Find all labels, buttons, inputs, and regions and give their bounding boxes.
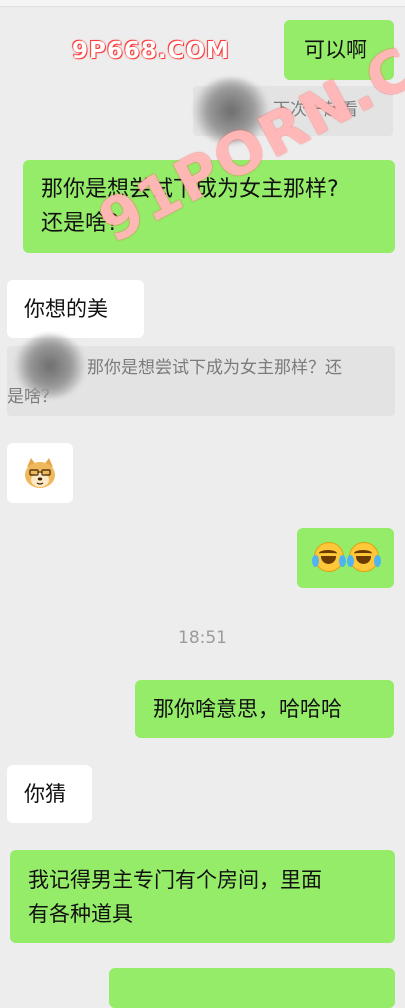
sent-message-bubble-partial[interactable] [109, 968, 395, 1008]
message-text: 那你啥意思，哈哈哈 [153, 697, 342, 721]
laughing-crying-emoji-icon [312, 542, 346, 572]
received-message-bubble[interactable]: 你猜 [7, 765, 92, 823]
message-text-line: 还是啥? [41, 211, 119, 236]
message-text: 你想的美 [24, 297, 108, 321]
sent-emoji-bubble[interactable] [297, 528, 394, 588]
laughing-crying-emoji-icon [347, 542, 381, 572]
received-sticker-bubble[interactable] [7, 443, 73, 503]
received-message-bubble[interactable]: 你想的美 [7, 280, 144, 338]
message-text: 可以啊 [304, 38, 367, 62]
blurred-avatar-quote [14, 334, 86, 398]
message-text-line: 那你是想尝试下成为女主那样? [41, 177, 339, 202]
sent-message-bubble[interactable]: 那你啥意思，哈哈哈 [135, 680, 394, 738]
message-text-line: 有各种道具 [28, 902, 133, 926]
blurred-avatar-quote [192, 78, 270, 144]
message-timestamp: 18:51 [178, 628, 227, 648]
site-watermark: 9P668.COM [72, 38, 230, 64]
sent-message-bubble[interactable]: 可以啊 [284, 20, 394, 80]
message-text-line: 我记得男主专门有个房间，里面 [28, 868, 322, 892]
doge-icon [25, 458, 55, 488]
quoted-text-line: 那你是想尝试下成为女主那样？还 [87, 358, 342, 378]
top-status-edge [0, 0, 405, 7]
message-text: 你猜 [24, 782, 66, 806]
quoted-text: 下次一起看 [273, 100, 358, 120]
sent-message-bubble[interactable]: 那你是想尝试下成为女主那样? 还是啥? [23, 160, 395, 253]
sent-message-bubble[interactable]: 我记得男主专门有个房间，里面 有各种道具 [10, 850, 395, 943]
